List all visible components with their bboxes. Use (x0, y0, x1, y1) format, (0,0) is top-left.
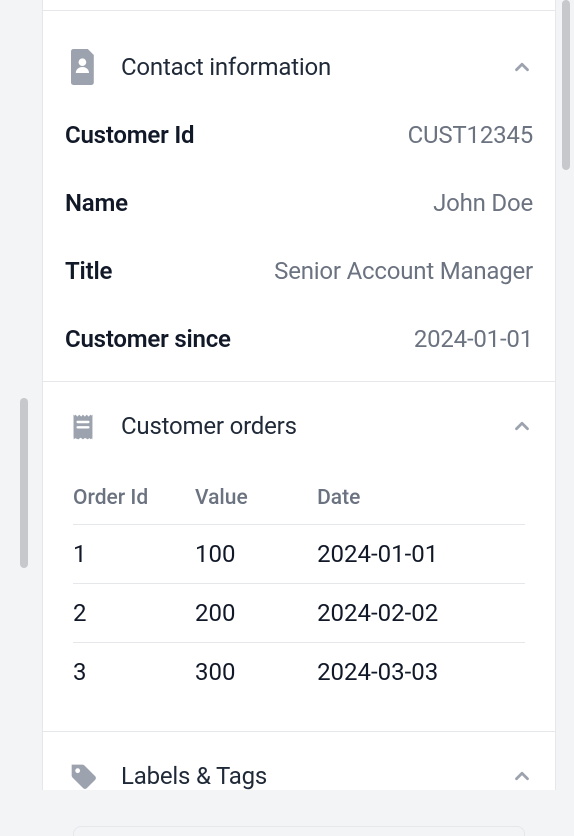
column-header-value: Value (195, 476, 317, 525)
chevron-up-icon (511, 415, 533, 437)
table-row[interactable]: 3 300 2024-03-03 (73, 643, 525, 702)
cell-value: 200 (195, 584, 317, 643)
section-header-contact[interactable]: Contact information (65, 21, 533, 109)
field-label: Title (65, 257, 112, 285)
section-contact-information: Contact information Customer Id CUST1234… (43, 10, 555, 382)
table-row[interactable]: 2 200 2024-02-02 (73, 584, 525, 643)
section-title: Labels & Tags (121, 762, 491, 790)
cell-order-id: 1 (73, 525, 195, 584)
cell-date: 2024-03-03 (317, 643, 525, 702)
table-header-row: Order Id Value Date (73, 476, 525, 525)
cell-value: 300 (195, 643, 317, 702)
tag-input[interactable] (73, 826, 525, 836)
column-header-date: Date (317, 476, 525, 525)
section-title: Customer orders (121, 412, 491, 440)
spacer (43, 0, 555, 10)
column-header-order-id: Order Id (73, 476, 195, 525)
field-label: Customer Id (65, 121, 194, 149)
scrollbar-thumb-right[interactable] (562, 0, 570, 170)
field-label: Customer since (65, 325, 231, 353)
orders-table-wrap: Order Id Value Date 1 100 2024-01-01 2 2… (65, 466, 533, 731)
receipt-icon (65, 410, 101, 442)
table-row[interactable]: 1 100 2024-01-01 (73, 525, 525, 584)
field-value: 2024-01-01 (414, 325, 533, 353)
contact-row-customer-since: Customer since 2024-01-01 (65, 313, 533, 381)
chevron-up-icon (511, 765, 533, 787)
field-label: Name (65, 189, 128, 217)
details-panel: Contact information Customer Id CUST1234… (42, 0, 556, 790)
cell-date: 2024-02-02 (317, 584, 525, 643)
section-title: Contact information (121, 53, 491, 81)
section-header-orders[interactable]: Customer orders (65, 382, 533, 466)
contact-row-title: Title Senior Account Manager (65, 245, 533, 313)
cell-value: 100 (195, 525, 317, 584)
contact-row-customer-id: Customer Id CUST12345 (65, 109, 533, 177)
contact-icon (65, 49, 101, 85)
orders-table: Order Id Value Date 1 100 2024-01-01 2 2… (73, 476, 525, 701)
field-value: Senior Account Manager (274, 257, 533, 285)
chevron-up-icon (511, 56, 533, 78)
section-labels-tags: Labels & Tags (43, 732, 555, 836)
scrollbar-thumb-left[interactable] (20, 398, 28, 568)
field-value: John Doe (433, 189, 533, 217)
field-value: CUST12345 (408, 121, 533, 149)
section-header-labels[interactable]: Labels & Tags (65, 732, 533, 816)
cell-date: 2024-01-01 (317, 525, 525, 584)
contact-row-name: Name John Doe (65, 177, 533, 245)
section-customer-orders: Customer orders Order Id Value Date (43, 382, 555, 732)
tag-icon (65, 760, 101, 792)
cell-order-id: 2 (73, 584, 195, 643)
cell-order-id: 3 (73, 643, 195, 702)
